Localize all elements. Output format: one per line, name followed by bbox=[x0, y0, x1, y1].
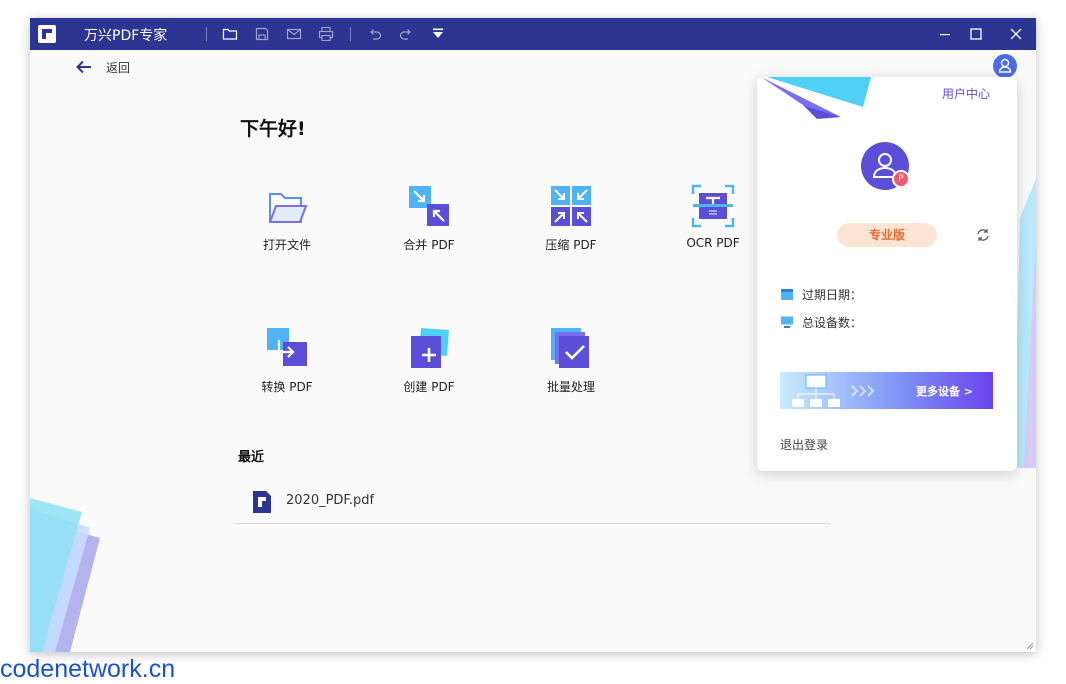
tool-convert-pdf[interactable]: 转换 PDF bbox=[237, 326, 337, 395]
tool-open-file[interactable]: 打开文件 bbox=[237, 188, 337, 253]
greeting-title: 下午好! bbox=[240, 118, 306, 140]
redo-icon[interactable] bbox=[398, 26, 414, 42]
tool-label: 打开文件 bbox=[262, 238, 311, 252]
maximize-icon[interactable] bbox=[968, 26, 984, 42]
folder-open-icon bbox=[268, 193, 308, 223]
calendar-icon bbox=[781, 289, 793, 300]
tool-batch-process[interactable]: 批量处理 bbox=[521, 326, 621, 395]
ocr-pdf-icon bbox=[691, 184, 735, 228]
user-icon bbox=[998, 58, 1012, 73]
tool-label: 批量处理 bbox=[546, 380, 595, 394]
pdf-file-icon bbox=[253, 491, 271, 513]
pro-avatar-badge: P bbox=[892, 170, 910, 188]
expiry-row: 过期日期： bbox=[780, 286, 862, 302]
compress-pdf-icon bbox=[551, 186, 591, 226]
tool-compress-pdf[interactable]: 压缩 PDF bbox=[521, 184, 621, 253]
arrow-left-icon bbox=[76, 60, 91, 74]
dropdown-icon[interactable] bbox=[430, 26, 446, 42]
user-popup: 用户中心 P 专业版 过期日期： 总设备数： 更多设备 > 退出登录 bbox=[757, 77, 1017, 471]
expiry-label: 过期日期： bbox=[802, 287, 863, 302]
tool-label: 合并 PDF bbox=[403, 238, 455, 252]
minimize-icon[interactable] bbox=[937, 26, 953, 42]
mail-icon[interactable] bbox=[286, 26, 302, 42]
back-button[interactable]: 返回 bbox=[76, 58, 130, 76]
devices-row: 总设备数： bbox=[780, 314, 862, 330]
recent-file-name: 2020_PDF.pdf bbox=[286, 493, 375, 508]
tool-merge-pdf[interactable]: 合并 PDF bbox=[379, 184, 479, 253]
watermark-text: codenetwork.cn bbox=[0, 655, 176, 683]
back-label: 返回 bbox=[106, 60, 131, 75]
app-logo-icon bbox=[38, 25, 56, 43]
chevrons-icon bbox=[851, 385, 875, 397]
user-account-button[interactable] bbox=[993, 54, 1017, 78]
app-title: 万兴PDF专家 bbox=[84, 28, 168, 44]
more-devices-label: 更多设备 > bbox=[915, 385, 973, 398]
devices-network-icon bbox=[792, 374, 840, 407]
logout-link[interactable]: 退出登录 bbox=[780, 436, 828, 453]
refresh-icon[interactable] bbox=[975, 227, 991, 243]
folder-icon[interactable] bbox=[222, 26, 238, 42]
plan-badge: 专业版 bbox=[837, 223, 937, 247]
tool-label: 转换 PDF bbox=[261, 380, 313, 394]
tool-ocr-pdf[interactable]: OCR PDF bbox=[663, 184, 763, 250]
title-bar: 万兴PDF专家 bbox=[30, 18, 1036, 50]
create-pdf-icon bbox=[411, 328, 449, 368]
user-center-link[interactable]: 用户中心 bbox=[942, 85, 990, 102]
tool-label: 创建 PDF bbox=[403, 380, 455, 394]
monitor-icon bbox=[781, 316, 793, 328]
toolbar-divider bbox=[350, 27, 351, 41]
merge-pdf-icon bbox=[409, 186, 449, 226]
close-icon[interactable] bbox=[1008, 26, 1024, 42]
more-devices-banner[interactable]: 更多设备 > bbox=[780, 372, 993, 409]
devices-label: 总设备数： bbox=[802, 315, 863, 330]
toolbar-divider bbox=[206, 27, 207, 41]
paper-plane-decoration bbox=[761, 77, 871, 119]
undo-icon[interactable] bbox=[367, 26, 383, 42]
tool-label: 压缩 PDF bbox=[545, 238, 597, 252]
decor-bottom-left bbox=[30, 498, 100, 652]
resize-grip-icon[interactable] bbox=[1024, 640, 1034, 650]
tool-create-pdf[interactable]: 创建 PDF bbox=[379, 326, 479, 395]
save-icon[interactable] bbox=[254, 26, 270, 42]
recent-file-row[interactable]: 2020_PDF.pdf bbox=[235, 484, 831, 524]
print-icon[interactable] bbox=[318, 26, 334, 42]
recent-title: 最近 bbox=[238, 450, 265, 465]
app-window: 万兴PDF专家 返回 下午好! 打开文件 合并 PDF 压缩 PDF OCR P… bbox=[30, 18, 1036, 652]
convert-pdf-icon bbox=[267, 328, 307, 366]
batch-process-icon bbox=[551, 328, 589, 368]
tool-label: OCR PDF bbox=[686, 236, 740, 250]
